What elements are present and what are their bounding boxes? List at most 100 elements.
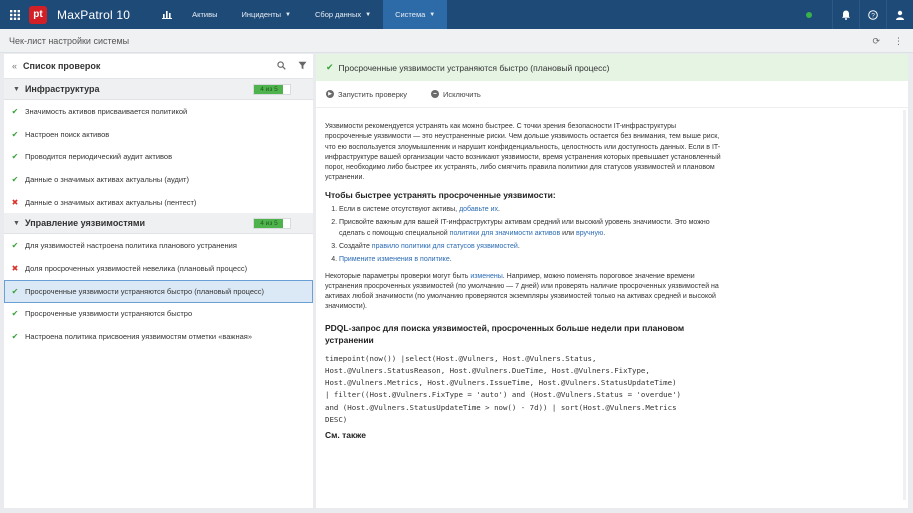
top-navbar: pt MaxPatrol 10 Активы Инциденты ▼ Сбор д… — [0, 0, 913, 29]
step-text: Создайте — [339, 242, 372, 250]
asset-importance-policy-link[interactable]: политики для значимости активов — [450, 230, 561, 237]
check-icon: ✔ — [11, 332, 19, 342]
chevron-down-icon: ▼ — [13, 85, 20, 93]
intro-text: Уязвимости рекомендуется устранять как м… — [325, 123, 721, 182]
exclude-button[interactable]: ━ Исключить — [431, 90, 481, 99]
params-text-part: Некоторые параметры проверки могут быть — [325, 272, 471, 280]
group-progress: 4 из 5 — [253, 218, 291, 230]
step-text: Если в системе отсутствуют активы, — [339, 206, 460, 214]
nav-data-collection[interactable]: Сбор данных ▼ — [303, 0, 383, 29]
filter-icon[interactable] — [298, 61, 307, 72]
group-vuln-management[interactable]: ▼ Управление уязвимостями 4 из 5 — [4, 213, 313, 235]
group-progress-text: 4 из 5 — [260, 86, 278, 93]
group-progress-text: 4 из 5 — [260, 220, 278, 228]
list-item-label: Просроченные уязвимости устраняются быст… — [25, 309, 193, 319]
help-icon[interactable]: ? — [859, 0, 886, 29]
check-icon: ✔ — [326, 62, 334, 72]
step-text: . — [603, 229, 606, 237]
nav-assets-label: Активы — [192, 10, 218, 19]
change-params-link[interactable]: изменены — [470, 273, 502, 280]
list-item-selected[interactable]: ✔ Просроченные уязвимости устраняются быс… — [4, 279, 313, 303]
svg-text:?: ? — [871, 12, 875, 19]
steps-list: Если в системе отсутствуют активы, добав… — [339, 205, 721, 265]
chevron-down-icon: ▼ — [13, 219, 20, 227]
group-infrastructure[interactable]: ▼ Инфраструктура 4 из 5 — [4, 79, 313, 100]
list-item-label: Для уязвимостей настроена политика плано… — [25, 241, 237, 251]
list-item[interactable]: ✔ Проводится периодический аудит активов — [4, 145, 313, 168]
check-icon: ✔ — [11, 152, 19, 162]
list-item[interactable]: ✖ Данные о значимых активах актуальны (пе… — [4, 191, 313, 214]
check-details-title: Просроченные уязвимости устраняются быст… — [338, 62, 610, 73]
chevron-down-icon: ▼ — [365, 11, 372, 18]
list-item[interactable]: ✔ Значимость активов присваивается полити… — [4, 100, 313, 123]
more-vertical-icon[interactable]: ⋮ — [894, 36, 903, 47]
step-text: . — [517, 242, 520, 250]
check-icon: ✔ — [11, 309, 19, 319]
apply-policy-changes-link[interactable]: Примените изменения в политике — [339, 256, 450, 263]
product-name: MaxPatrol 10 — [57, 7, 131, 22]
page-title: Чек-лист настройки системы — [9, 35, 130, 46]
cross-icon: ✖ — [11, 263, 19, 273]
nav-assets[interactable]: Активы — [180, 0, 229, 29]
check-description: Уязвимости рекомендуется устранять как м… — [316, 108, 721, 440]
add-assets-link[interactable]: добавьте их — [459, 206, 498, 213]
step-text: . — [449, 256, 452, 264]
nav-incidents[interactable]: Инциденты ▼ — [229, 0, 303, 29]
exclude-label: Исключить — [443, 89, 481, 99]
list-item[interactable]: ✔ Для уязвимостей настроена политика план… — [4, 234, 313, 257]
manual-link[interactable]: вручную — [576, 230, 603, 237]
list-item-label: Просроченные уязвимости устраняются быст… — [25, 286, 265, 296]
check-icon: ✔ — [11, 174, 19, 184]
check-details-panel: ✔ Просроченные уязвимости устраняются бы… — [316, 54, 908, 508]
list-item-label: Значимость активов присваивается политик… — [25, 106, 188, 116]
collapse-left-icon[interactable]: « — [12, 61, 17, 71]
list-item-label: Проводится периодический аудит активов — [25, 152, 173, 162]
nav-data-collection-label: Сбор данных — [314, 10, 362, 19]
list-item[interactable]: ✖ Доля просроченных уязвимостей невелика … — [4, 257, 313, 280]
run-check-button[interactable]: ▶ Запустить проверку — [326, 90, 407, 99]
chevron-down-icon: ▼ — [285, 11, 291, 18]
pt-logo[interactable]: pt — [29, 5, 47, 24]
pdql-heading: PDQL-запрос для поиска уязвимостей, прос… — [325, 322, 685, 346]
see-also-heading: См. также — [325, 429, 366, 440]
scrollbar[interactable] — [903, 110, 906, 500]
step-item: Примените изменения в политике. — [339, 255, 721, 265]
nav-system[interactable]: Система ▼ — [383, 0, 448, 29]
steps-heading: Чтобы быстрее устранять просроченные уяз… — [325, 189, 556, 200]
step-text: или — [560, 229, 576, 237]
list-item[interactable]: ✔ Настроена политика присвоения уязвимост… — [4, 325, 313, 348]
nav-incidents-label: Инциденты — [241, 10, 282, 19]
search-icon[interactable] — [277, 61, 286, 72]
group-name: Управление уязвимостями — [24, 218, 146, 229]
checks-list-panel: « Список проверок ▼ Инфраструктура 4 из … — [4, 54, 313, 508]
step-item: Присвойте важным для вашей IT-инфраструк… — [339, 218, 721, 239]
list-item-label: Настроена политика присвоения уязвимостя… — [25, 332, 252, 342]
refresh-icon[interactable]: ⟳ — [872, 36, 880, 47]
list-item[interactable]: ✔ Настроен поиск активов — [4, 123, 313, 146]
list-item-label: Данные о значимых активах актуальны (ауд… — [25, 174, 189, 184]
play-icon: ▶ — [326, 90, 334, 98]
step-item: Если в системе отсутствуют активы, добав… — [339, 205, 721, 215]
list-item[interactable]: ✔ Данные о значимых активах актуальны (ау… — [4, 168, 313, 191]
step-text: . — [498, 206, 500, 214]
check-icon: ✔ — [11, 106, 19, 116]
step-item: Создайте правило политики для статусов у… — [339, 242, 721, 252]
run-check-label: Запустить проверку — [338, 89, 407, 99]
list-item[interactable]: ✔ Просроченные уязвимости устраняются быс… — [4, 303, 313, 326]
app-grid-icon[interactable] — [0, 0, 29, 29]
checks-list-title: Список проверок — [23, 61, 101, 71]
vuln-status-policy-link[interactable]: правило политики для статусов уязвимосте… — [372, 243, 518, 250]
cross-icon: ✖ — [11, 197, 19, 207]
main-nav: Активы Инциденты ▼ Сбор данных ▼ Система ▼ — [154, 0, 448, 29]
minus-circle-icon: ━ — [431, 90, 439, 98]
check-toolbar: ▶ Запустить проверку ━ Исключить — [316, 81, 908, 108]
bell-icon[interactable] — [832, 0, 859, 29]
group-progress: 4 из 5 — [253, 84, 291, 95]
group-name: Инфраструктура — [24, 84, 100, 94]
system-status-indicator[interactable] — [806, 11, 812, 18]
user-icon[interactable] — [886, 0, 913, 29]
pdql-code-block[interactable]: timepoint(now()) |select(Host.@Vulners, … — [325, 353, 721, 426]
nav-system-label: Система — [395, 10, 426, 19]
dashboard-chart-icon[interactable] — [154, 0, 180, 29]
list-item-label: Доля просроченных уязвимостей невелика (… — [25, 263, 248, 273]
